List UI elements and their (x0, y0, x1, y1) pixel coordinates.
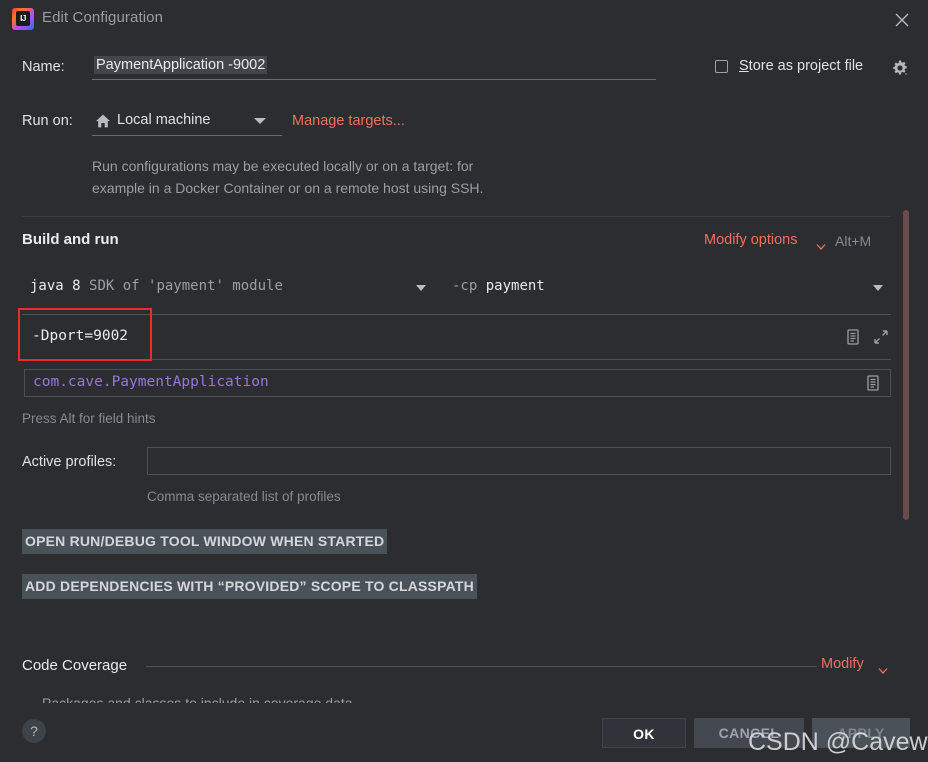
chevron-down-icon (254, 118, 266, 124)
scrollbar-thumb[interactable] (903, 210, 909, 520)
modify-options-shortcut: Alt+M (835, 233, 872, 249)
run-on-underline (92, 135, 282, 136)
dialog-titlebar: IJ Edit Configuration (0, 0, 928, 40)
code-coverage-clipped-text: Packages and classes to include in cover… (42, 695, 353, 703)
scrollbar-track[interactable] (900, 206, 912, 720)
code-coverage-section-title: Code Coverage (22, 657, 128, 674)
sdk-description: SDK of 'payment' module (89, 278, 283, 294)
section-divider (22, 216, 891, 217)
classpath-flag: -cp (452, 278, 478, 294)
dialog-title: Edit Configuration (42, 9, 164, 26)
option-add-provided-dependencies[interactable]: ADD DEPENDENCIES WITH “PROVIDED” SCOPE T… (22, 574, 477, 599)
store-mnemonic: S (739, 58, 749, 74)
main-class-value: com.cave.PaymentApplication (33, 374, 269, 390)
vm-options-topline (22, 314, 891, 315)
name-label: Name: (22, 59, 65, 75)
ok-button[interactable]: OK (602, 718, 686, 748)
run-on-target-combobox[interactable]: Local machine (92, 108, 282, 136)
chevron-down-icon[interactable] (878, 662, 888, 674)
help-button[interactable]: ? (22, 719, 46, 743)
name-input-underline (92, 79, 656, 80)
vm-options-botline (22, 359, 891, 360)
vm-options-input[interactable]: -Dport=9002 (22, 314, 891, 360)
active-profiles-description: Comma separated list of profiles (147, 489, 341, 504)
document-list-icon[interactable] (864, 374, 882, 392)
classpath-module: payment (485, 278, 545, 294)
intellij-idea-logo-icon: IJ (12, 8, 34, 30)
chevron-down-icon[interactable] (816, 238, 826, 250)
chevron-down-icon (873, 285, 883, 291)
expand-arrows-icon[interactable] (872, 328, 890, 346)
run-on-label: Run on: (22, 113, 73, 129)
edit-configuration-dialog: IJ Edit Configuration Name: PaymentAppli… (0, 0, 928, 762)
vm-options-value: -Dport=9002 (32, 328, 129, 344)
manage-targets-link[interactable]: Manage targets... (292, 113, 405, 129)
close-icon[interactable] (890, 8, 914, 32)
run-on-value: Local machine (117, 112, 211, 128)
store-as-project-file-label: Store as project file (739, 58, 863, 74)
classpath-text: -cp payment (452, 278, 545, 294)
sdk-text: java 8 SDK of 'payment' module (30, 278, 283, 294)
chevron-down-icon (416, 285, 426, 291)
gear-icon[interactable] (890, 58, 910, 78)
apply-button[interactable]: APPLY (812, 718, 910, 748)
code-coverage-divider (146, 666, 817, 667)
checkbox-box (715, 60, 728, 73)
active-profiles-input[interactable] (147, 447, 891, 475)
home-icon (95, 113, 111, 129)
name-input[interactable]: PaymentApplication -9002 (92, 54, 656, 80)
sdk-combobox[interactable]: java 8 SDK of 'payment' module (22, 274, 434, 304)
code-coverage-modify-link[interactable]: Modify (821, 656, 864, 672)
cancel-button[interactable]: CANCEL (694, 718, 804, 748)
active-profiles-label: Active profiles: (22, 454, 117, 470)
dialog-footer: ? OK CANCEL APPLY (0, 707, 928, 762)
store-rest: tore as project file (748, 58, 864, 74)
build-and-run-section-title: Build and run (22, 231, 119, 248)
field-hints-text: Press Alt for field hints (22, 411, 156, 426)
modify-options-link[interactable]: Modify options (704, 232, 798, 248)
sdk-name: java 8 (30, 278, 81, 294)
name-input-value: PaymentApplication -9002 (94, 56, 268, 74)
code-coverage-clipped-row: Packages and classes to include in cover… (42, 695, 382, 703)
run-on-description-line1: Run configurations may be executed local… (92, 158, 474, 174)
option-open-run-debug-tool-window[interactable]: OPEN RUN/DEBUG TOOL WINDOW WHEN STARTED (22, 529, 388, 554)
classpath-combobox[interactable]: -cp payment (450, 274, 891, 304)
main-class-input[interactable]: com.cave.PaymentApplication (24, 369, 891, 397)
document-list-icon[interactable] (844, 328, 862, 346)
run-on-description-line2: example in a Docker Container or on a re… (92, 180, 484, 196)
